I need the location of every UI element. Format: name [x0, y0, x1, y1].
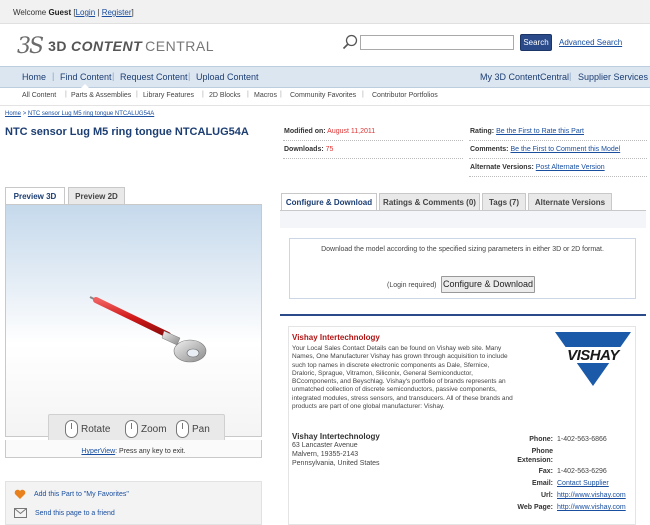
fax-label: Fax: — [538, 468, 553, 475]
tab-tags[interactable]: Tags (7) — [482, 193, 526, 211]
comments-info: Comments: Be the First to Comment this M… — [470, 146, 621, 153]
vendor-divider — [280, 314, 646, 316]
rotate-control[interactable]: Rotate — [65, 420, 110, 438]
site-logo[interactable]: 3S 3D CONTENT CENTRAL — [17, 33, 214, 59]
search-icon — [342, 34, 358, 50]
vendor-address-line: Malvern, 19355-2143 — [292, 451, 359, 458]
zoom-control[interactable]: Zoom — [125, 420, 167, 438]
nav-supplier-services[interactable]: Supplier Services — [578, 72, 648, 82]
part-actions: Add this Part to "My Favorites" Send thi… — [5, 481, 262, 525]
vendor-description: Your Local Sales Contact Details can be … — [292, 345, 513, 411]
nav-find-content[interactable]: Find Content — [60, 72, 112, 82]
logo-3d: 3D — [48, 38, 67, 54]
vishay-logo-text: VISHAY — [567, 347, 621, 364]
web-page-label: Web Page: — [517, 504, 553, 511]
tab-ratings-comments[interactable]: Ratings & Comments (0) — [379, 193, 480, 211]
login-required-note: (Login required) — [387, 282, 437, 289]
search-input[interactable] — [360, 35, 514, 50]
vendor-title: Vishay Intertechnology — [292, 333, 380, 342]
heart-icon — [14, 489, 26, 499]
vendor-url-link[interactable]: http://www.vishay.com — [557, 492, 626, 499]
fax-value: 1-402-563-6296 — [557, 468, 607, 475]
rate-part-link[interactable]: Be the First to Rate this Part — [496, 128, 584, 135]
url-label: Url: — [540, 492, 553, 499]
welcome-prefix: Welcome — [13, 8, 47, 17]
subnav-macros[interactable]: Macros — [254, 92, 277, 99]
main-nav: Home | Find Content | Request Content | … — [0, 66, 650, 88]
subnav-community-favorites[interactable]: Community Favorites — [290, 92, 356, 99]
modified-info: Modified on: August 11,2011 — [284, 128, 376, 135]
logo-central: CENTRAL — [145, 38, 215, 54]
divider — [469, 140, 647, 141]
configure-download-button[interactable]: Configure & Download — [441, 276, 535, 293]
rating-info: Rating: Be the First to Rate this Part — [470, 128, 584, 135]
divider — [283, 158, 463, 159]
breadcrumb: Home > NTC sensor Lug M5 ring tongue NTC… — [5, 111, 154, 117]
nav-home[interactable]: Home — [22, 72, 46, 82]
subnav-contributor-portfolios[interactable]: Contributor Portfolios — [372, 92, 438, 99]
subnav-parts-assemblies[interactable]: Parts & Assemblies — [71, 92, 131, 99]
mouse-icon — [176, 420, 189, 438]
comment-model-link[interactable]: Be the First to Comment this Model — [510, 146, 620, 153]
search-button[interactable]: Search — [520, 34, 552, 51]
login-link[interactable]: Login — [76, 8, 96, 17]
vendor-name: Vishay Intertechnology — [292, 432, 380, 441]
phone-ext-label: Extension: — [517, 457, 553, 464]
downloads-info: Downloads: 75 — [284, 146, 334, 153]
vishay-logo[interactable]: VISHAY — [553, 330, 633, 388]
vendor-address-line: 63 Lancaster Avenue — [292, 442, 358, 449]
nav-my-3dcc[interactable]: My 3D ContentCentral — [480, 72, 569, 82]
active-nav-caret — [81, 84, 89, 88]
part-model-image — [89, 296, 207, 363]
breadcrumb-separator: > — [22, 111, 27, 117]
subnav-all-content[interactable]: All Content — [22, 92, 56, 99]
tab-configure-download[interactable]: Configure & Download — [281, 193, 377, 211]
modified-date: August 11,2011 — [327, 128, 376, 135]
tab-preview-2d[interactable]: Preview 2D — [68, 187, 125, 205]
mouse-icon — [125, 420, 138, 438]
page-title: NTC sensor Lug M5 ring tongue NTCALUG54A — [5, 126, 249, 138]
phone-ext-label: Phone — [531, 448, 553, 455]
logo-content: CONTENT — [70, 38, 143, 54]
vendor-address-line: Pennsylvania, United States — [292, 460, 380, 467]
nav-request-content[interactable]: Request Content — [120, 72, 188, 82]
register-link[interactable]: Register — [102, 8, 132, 17]
add-favorites-action[interactable]: Add this Part to "My Favorites" — [14, 489, 129, 500]
nav-upload-content[interactable]: Upload Content — [196, 72, 259, 82]
configure-description: Download the model according to the spec… — [321, 246, 604, 253]
viewer-controls: Rotate Zoom Pan — [48, 414, 225, 443]
logo-mark: 3S — [17, 33, 44, 59]
sub-nav: All Content | Parts & Assemblies | Libra… — [0, 89, 650, 106]
tab-preview-3d[interactable]: Preview 3D — [5, 187, 65, 205]
advanced-search-link[interactable]: Advanced Search — [559, 38, 622, 47]
envelope-icon — [14, 508, 27, 518]
subnav-library-features[interactable]: Library Features — [143, 92, 194, 99]
3d-viewer[interactable] — [5, 204, 262, 437]
alternate-versions-info: Alternate Versions: Post Alternate Versi… — [470, 164, 605, 171]
divider — [469, 158, 647, 159]
send-to-friend-action[interactable]: Send this page to a friend — [14, 508, 115, 518]
hyperview-link[interactable]: HyperView — [81, 448, 115, 455]
welcome-user: Guest — [48, 8, 72, 17]
breadcrumb-current[interactable]: NTC sensor Lug M5 ring tongue NTCALUG54A — [28, 111, 154, 117]
divider — [283, 140, 463, 141]
tab-content-strip — [280, 211, 646, 228]
welcome-bar: Welcome Guest [Login | Register] — [0, 0, 650, 24]
contact-supplier-link[interactable]: Contact Supplier — [557, 480, 609, 487]
phone-value: 1-402-563-6866 — [557, 436, 607, 443]
subnav-2d-blocks[interactable]: 2D Blocks — [209, 92, 241, 99]
vendor-webpage-link[interactable]: http://www.vishay.com — [557, 504, 626, 511]
breadcrumb-home[interactable]: Home — [5, 111, 21, 117]
mouse-icon — [65, 420, 78, 438]
divider — [469, 176, 647, 177]
phone-label: Phone: — [529, 436, 553, 443]
post-alternate-link[interactable]: Post Alternate Version — [536, 164, 605, 171]
hyperview-note: HyperView: Press any key to exit. — [81, 448, 186, 455]
tab-alternate-versions[interactable]: Alternate Versions — [528, 193, 612, 211]
downloads-count: 75 — [325, 146, 334, 153]
pan-control[interactable]: Pan — [176, 420, 210, 438]
email-label: Email: — [531, 480, 553, 487]
